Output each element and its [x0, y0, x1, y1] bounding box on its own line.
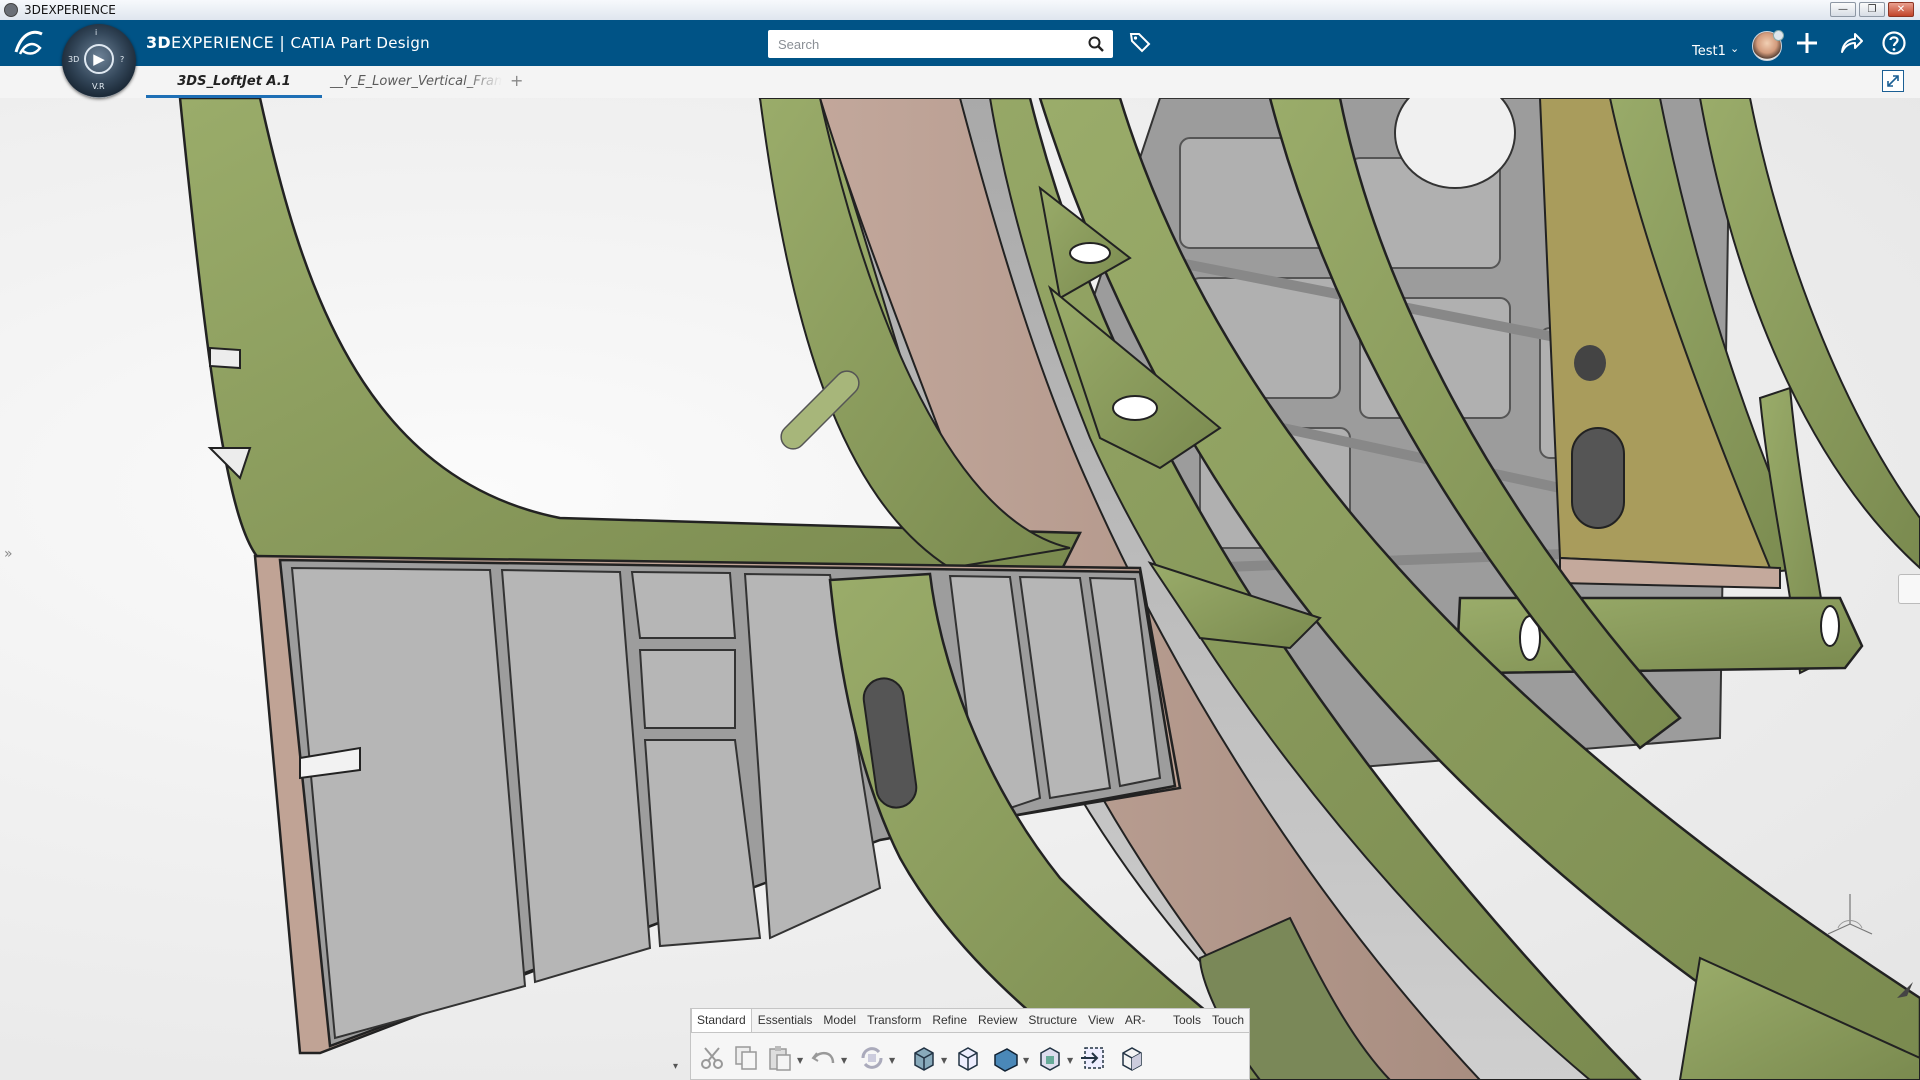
- tab-view[interactable]: View: [1082, 1009, 1119, 1032]
- app-logo-icon: [4, 3, 18, 17]
- restore-button[interactable]: ❐: [1859, 2, 1885, 17]
- tag-icon[interactable]: [1128, 30, 1152, 54]
- extrude-options-caret-icon[interactable]: ▼: [941, 1056, 947, 1065]
- extrude-icon[interactable]: [909, 1043, 939, 1073]
- compass-top-label: i: [95, 28, 98, 37]
- multi-view-icon[interactable]: [1035, 1043, 1065, 1073]
- undo-options-caret-icon[interactable]: ▼: [841, 1056, 847, 1065]
- add-tab-button[interactable]: +: [510, 71, 523, 90]
- action-bar-tools: ▾ ▼ ▼ ▼ ▼ ▼ ▼: [673, 1032, 1250, 1080]
- export-icon[interactable]: [1079, 1043, 1109, 1073]
- window-title: 3DEXPERIENCE: [24, 3, 116, 17]
- action-bar-tabs: Standard Essentials Model Transform Refi…: [690, 1008, 1250, 1049]
- minimize-button[interactable]: —: [1830, 2, 1856, 17]
- tab-standard[interactable]: Standard: [691, 1009, 752, 1032]
- chevron-down-icon[interactable]: ⌄: [1730, 42, 1739, 55]
- tab-tools[interactable]: Tools: [1167, 1009, 1206, 1032]
- cut-icon[interactable]: [697, 1043, 727, 1073]
- gusset-slot: [1571, 427, 1625, 529]
- corner-arrow-icon[interactable]: [1895, 980, 1915, 1000]
- side-panel-toggle-icon[interactable]: [1898, 574, 1920, 604]
- brand-separator: |: [274, 33, 291, 52]
- app-brand: 3DEXPERIENCE | CATIA Part Design: [146, 33, 430, 52]
- bracket-arm[interactable]: [1456, 596, 1864, 675]
- share-icon[interactable]: [1838, 30, 1864, 56]
- tab-loftjet[interactable]: 3DS_LoftJet A.1: [146, 66, 322, 98]
- compass-bottom-label[interactable]: V.R: [92, 82, 105, 91]
- left-panel-toggle[interactable]: »: [4, 546, 16, 564]
- compass-right-label[interactable]: ?: [120, 55, 124, 64]
- bracket-hole: [1820, 605, 1840, 647]
- action-bar: Standard Essentials Model Transform Refi…: [673, 1008, 1250, 1080]
- top-bar: 3DEXPERIENCE | CATIA Part Design Test1 ⌄: [0, 20, 1920, 66]
- compass-left-label[interactable]: 3D: [68, 55, 79, 64]
- paste-icon[interactable]: [765, 1043, 795, 1073]
- expand-action-bar-icon[interactable]: ▾: [673, 1061, 687, 1075]
- cube-icon[interactable]: [953, 1043, 983, 1073]
- search-icon[interactable]: [1087, 35, 1105, 53]
- plus-icon[interactable]: [1794, 30, 1820, 56]
- search-box: [768, 30, 1113, 58]
- update-options-caret-icon[interactable]: ▼: [889, 1056, 895, 1065]
- brand-name: EXPERIENCE: [171, 33, 275, 52]
- multi-view-caret-icon[interactable]: ▼: [1067, 1056, 1073, 1065]
- fullscreen-icon[interactable]: [1882, 70, 1904, 92]
- document-tabs: 3DS_LoftJet A.1 __Y_E_Lower_Vertical_Fra…: [0, 66, 1920, 99]
- window-titlebar: 3DEXPERIENCE — ❐ ✕: [0, 0, 1920, 21]
- compass-widget[interactable]: i 3D ? V.R ▶: [62, 24, 136, 98]
- update-icon[interactable]: [857, 1043, 887, 1073]
- play-icon[interactable]: ▶: [84, 44, 114, 74]
- box-solid-icon[interactable]: [991, 1043, 1021, 1073]
- brand-prefix: 3D: [146, 33, 172, 52]
- 3d-viewport[interactable]: »: [0, 98, 1920, 1080]
- beam-pocket: [630, 570, 737, 639]
- help-icon[interactable]: [1881, 30, 1907, 56]
- undo-icon[interactable]: [809, 1043, 839, 1073]
- tab-touch[interactable]: Touch: [1206, 1009, 1249, 1032]
- view-options-caret-icon[interactable]: ▼: [1023, 1056, 1029, 1065]
- tab-refine[interactable]: Refine: [926, 1009, 972, 1032]
- tab-review[interactable]: Review: [972, 1009, 1022, 1032]
- window-controls: — ❐ ✕: [1830, 2, 1914, 17]
- user-name[interactable]: Test1: [1692, 44, 1726, 59]
- clip-hole: [1112, 395, 1158, 421]
- clip-hole: [1069, 242, 1111, 264]
- tab-lower-vertical-frame[interactable]: __Y_E_Lower_Vertical_Frame: [322, 66, 502, 98]
- view-cube-icon[interactable]: [1117, 1043, 1147, 1073]
- copy-icon[interactable]: [731, 1043, 761, 1073]
- aircraft-structure-model[interactable]: [0, 98, 1920, 1080]
- beam-pocket: [638, 649, 736, 729]
- dassault-logo-icon[interactable]: [12, 28, 48, 58]
- tab-essentials[interactable]: Essentials: [752, 1009, 818, 1032]
- close-button[interactable]: ✕: [1888, 2, 1914, 17]
- gusset-hole: [1574, 345, 1606, 381]
- brand-app-name: CATIA Part Design: [290, 34, 430, 52]
- notification-badge: [1773, 30, 1784, 41]
- tab-model[interactable]: Model: [817, 1009, 861, 1032]
- axis-triad-icon: [1827, 894, 1873, 935]
- tab-structure[interactable]: Structure: [1022, 1009, 1082, 1032]
- tab-ar-vr[interactable]: AR-VR: [1119, 1009, 1167, 1049]
- tab-transform[interactable]: Transform: [861, 1009, 926, 1032]
- paste-options-caret-icon[interactable]: ▼: [797, 1056, 803, 1065]
- search-input[interactable]: [768, 30, 1078, 58]
